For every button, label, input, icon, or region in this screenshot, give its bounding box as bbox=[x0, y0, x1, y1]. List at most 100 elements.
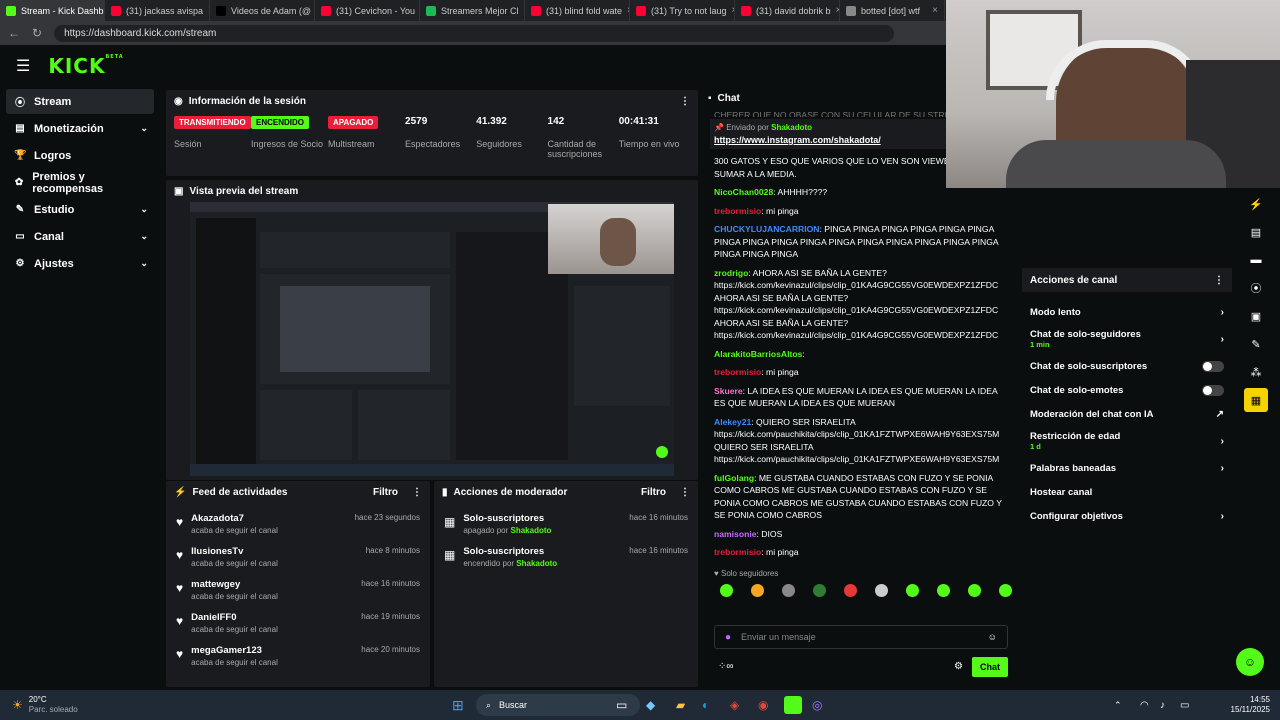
widgets-icon[interactable]: ⁂ bbox=[1244, 360, 1268, 384]
chat-username[interactable]: AlarakitoBarriosAltos bbox=[714, 349, 802, 359]
battery-icon[interactable]: ▭ bbox=[1180, 700, 1189, 711]
browser-tab[interactable]: (31) Cevichon - You× bbox=[315, 0, 420, 21]
menu-icon[interactable]: ☰ bbox=[16, 56, 30, 76]
chat-bubble-icon[interactable]: ▬ bbox=[1244, 248, 1268, 272]
reload-icon[interactable]: ↻ bbox=[32, 26, 42, 40]
browser-tab[interactable]: Stream - Kick Dashb× bbox=[0, 0, 105, 21]
emote-icon[interactable] bbox=[875, 584, 888, 597]
chrome-icon[interactable]: ◉ bbox=[758, 698, 768, 712]
wifi-icon[interactable]: ◠ bbox=[1140, 700, 1149, 711]
sidebar-item-2[interactable]: 🏆 Logros bbox=[6, 143, 154, 168]
feed-user[interactable]: IlusionesTv bbox=[191, 546, 278, 557]
browser-tab[interactable]: (31) jackass avispa× bbox=[105, 0, 210, 21]
sidebar-item-1[interactable]: ▤ Monetización ⌄ bbox=[6, 116, 154, 141]
browser-tab[interactable]: (31) blind fold wate× bbox=[525, 0, 630, 21]
chat-username[interactable]: trebormisio bbox=[714, 547, 761, 557]
chat-username[interactable]: Alekey21 bbox=[714, 417, 751, 427]
browser-tab[interactable]: (31) david dobrik b× bbox=[735, 0, 840, 21]
sidebar-item-6[interactable]: ⚙ Ajustes ⌄ bbox=[6, 251, 154, 276]
channel-more-icon[interactable]: ⋮ bbox=[1214, 275, 1224, 286]
chat-username[interactable]: trebormisio bbox=[714, 367, 761, 377]
sidebar-item-0[interactable]: ⦿ Stream bbox=[6, 89, 154, 114]
copilot-icon[interactable]: ◆ bbox=[646, 698, 655, 712]
browser-tab[interactable]: botted [dot] wtf × bbox=[840, 0, 945, 21]
stream-preview-video[interactable] bbox=[190, 202, 674, 476]
channel-action-item[interactable]: Chat de solo-seguidores 1 min › bbox=[1022, 324, 1232, 354]
mod-more-icon[interactable]: ⋮ bbox=[680, 487, 690, 498]
channel-action-item[interactable]: Moderación del chat con IA ↗ bbox=[1022, 402, 1232, 426]
feed-user[interactable]: megaGamer123 bbox=[191, 645, 278, 656]
channel-action-item[interactable]: Chat de solo-suscriptores bbox=[1022, 354, 1232, 378]
volume-icon[interactable]: ♪ bbox=[1160, 700, 1165, 711]
chat-tools-icon[interactable]: ⁘∞ bbox=[718, 661, 734, 672]
toggle-switch[interactable] bbox=[1202, 384, 1224, 396]
emote-icon[interactable] bbox=[720, 584, 733, 597]
edge-icon[interactable]: ◐ bbox=[702, 698, 709, 712]
document-icon[interactable]: ▤ bbox=[1244, 220, 1268, 244]
sidebar-item-label: Estudio bbox=[34, 203, 75, 216]
weather-widget[interactable]: 20°C Parc. soleado bbox=[29, 695, 78, 715]
mod-user[interactable]: Shakadoto bbox=[516, 559, 557, 568]
chat-settings-icon[interactable]: ⚙ bbox=[954, 661, 963, 672]
pinned-user[interactable]: Shakadoto bbox=[771, 123, 812, 132]
feed-user[interactable]: DanielFF0 bbox=[191, 612, 278, 623]
kick-logo[interactable]: KICKBETA bbox=[48, 54, 123, 78]
mod-user[interactable]: Shakadoto bbox=[511, 526, 552, 535]
clock[interactable]: 14:55 15/11/2025 bbox=[1218, 695, 1270, 715]
broadcast-icon[interactable]: ⦿ bbox=[1244, 276, 1268, 300]
feed-user[interactable]: Akazadota7 bbox=[191, 513, 278, 524]
tab-close-icon[interactable]: × bbox=[932, 5, 938, 16]
channel-action-item[interactable]: Restricción de edad 1 d › bbox=[1022, 426, 1232, 456]
feed-more-icon[interactable]: ⋮ bbox=[412, 487, 422, 498]
channel-action-item[interactable]: Hostear canal bbox=[1022, 480, 1232, 504]
file-explorer-icon[interactable]: ▰ bbox=[676, 698, 685, 712]
chat-username[interactable]: namisonie bbox=[714, 529, 757, 539]
tray-chevron-icon[interactable]: ⌃ bbox=[1114, 700, 1122, 711]
browser-tab[interactable]: (31) Try to not laug× bbox=[630, 0, 735, 21]
help-floating-button[interactable]: ☺ bbox=[1236, 648, 1264, 676]
emote-icon[interactable] bbox=[968, 584, 981, 597]
emote-icon[interactable] bbox=[999, 584, 1012, 597]
send-chat-button[interactable]: Chat bbox=[972, 657, 1008, 677]
browser-tab[interactable]: Streamers Mejor Cl× bbox=[420, 0, 525, 21]
discord-icon[interactable]: ◎ bbox=[812, 698, 822, 712]
chat-input[interactable]: Enviar un mensaje bbox=[741, 632, 816, 642]
gavel-rail-icon[interactable]: ▣ bbox=[1244, 304, 1268, 328]
chat-username[interactable]: Skuere bbox=[714, 386, 743, 396]
chat-username[interactable]: trebormisio bbox=[714, 206, 761, 216]
chat-input-box[interactable]: ● Enviar un mensaje ☺ bbox=[714, 625, 1008, 649]
emote-icon[interactable] bbox=[813, 584, 826, 597]
sidebar-item-5[interactable]: ▭ Canal ⌄ bbox=[6, 224, 154, 249]
emoji-icon[interactable]: ☺ bbox=[988, 632, 997, 642]
back-icon[interactable]: ← bbox=[8, 26, 20, 40]
toggle-switch[interactable] bbox=[1202, 360, 1224, 372]
emote-icon[interactable] bbox=[751, 584, 764, 597]
chat-username[interactable]: fulGolang bbox=[714, 473, 754, 483]
browser-tab[interactable]: Videos de Adam (@× bbox=[210, 0, 315, 21]
windows-start-icon[interactable]: ⊞ bbox=[452, 697, 464, 714]
sidebar-item-3[interactable]: ✿ Premios y recompensas bbox=[6, 170, 154, 195]
mod-filter-button[interactable]: Filtro bbox=[641, 487, 666, 498]
emote-icon[interactable] bbox=[906, 584, 919, 597]
feed-user[interactable]: mattewgey bbox=[191, 579, 278, 590]
kick-app-icon[interactable] bbox=[784, 696, 802, 714]
chat-username[interactable]: CHUCKYLUJANCARRION bbox=[714, 224, 820, 234]
gift-icon[interactable]: ▦ bbox=[1244, 388, 1268, 412]
feed-filter-button[interactable]: Filtro bbox=[373, 487, 398, 498]
sidebar-item-4[interactable]: ✎ Estudio ⌄ bbox=[6, 197, 154, 222]
channel-action-item[interactable]: Modo lento › bbox=[1022, 300, 1232, 324]
channel-action-item[interactable]: Palabras baneadas › bbox=[1022, 456, 1232, 480]
emote-icon[interactable] bbox=[844, 584, 857, 597]
lightning-rail-icon[interactable]: ⚡ bbox=[1244, 192, 1268, 216]
task-view-icon[interactable]: ▭ bbox=[616, 698, 627, 712]
emote-icon[interactable] bbox=[782, 584, 795, 597]
emote-icon[interactable] bbox=[937, 584, 950, 597]
url-field[interactable]: https://dashboard.kick.com/stream bbox=[54, 24, 895, 42]
chat-username[interactable]: zrodrigo bbox=[714, 268, 748, 278]
wrench-icon[interactable]: ✎ bbox=[1244, 332, 1268, 356]
channel-action-item[interactable]: Chat de solo-emotes bbox=[1022, 378, 1232, 402]
channel-action-item[interactable]: Configurar objetivos › bbox=[1022, 504, 1232, 528]
chat-username[interactable]: NicoChan0028 bbox=[714, 187, 773, 197]
more-options-icon[interactable]: ⋮ bbox=[680, 96, 690, 107]
app-red-icon[interactable]: ◈ bbox=[730, 698, 739, 712]
